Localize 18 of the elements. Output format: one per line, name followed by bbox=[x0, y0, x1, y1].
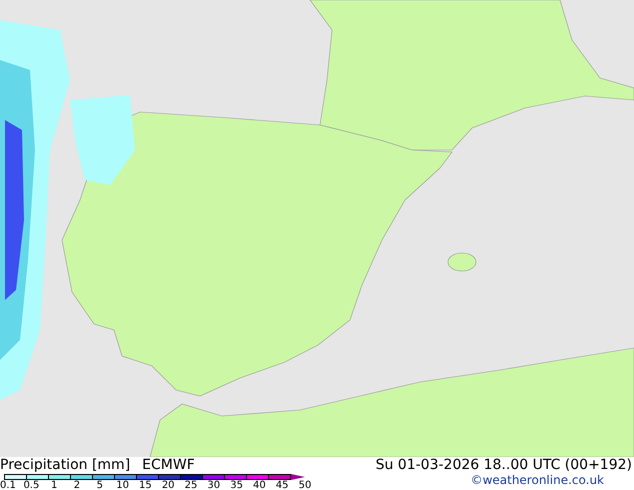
legend-label: 40 bbox=[252, 480, 267, 490]
credit-link[interactable]: ©weatheronline.co.uk bbox=[470, 473, 604, 488]
legend-label: 0.1 bbox=[0, 480, 17, 490]
legend-label: 25 bbox=[184, 480, 198, 490]
legend-label: 2 bbox=[72, 480, 82, 490]
model-name: ECMWF bbox=[142, 457, 195, 473]
legend-label: 50 bbox=[298, 480, 312, 490]
legend-label: 1 bbox=[50, 480, 58, 490]
legend-label: 30 bbox=[206, 480, 222, 490]
legend-label: 35 bbox=[229, 480, 244, 490]
map-title: Precipitation [mm] bbox=[0, 457, 130, 473]
legend-label: 10 bbox=[115, 480, 130, 490]
legend-label: 0.5 bbox=[22, 480, 40, 490]
legend-label: 15 bbox=[138, 480, 153, 490]
legend-label: 5 bbox=[96, 480, 104, 490]
valid-time: Su 01-03-2026 18..00 UTC (00+192) bbox=[376, 457, 632, 473]
legend-label: 45 bbox=[274, 480, 290, 490]
legend-label: 20 bbox=[160, 480, 176, 490]
